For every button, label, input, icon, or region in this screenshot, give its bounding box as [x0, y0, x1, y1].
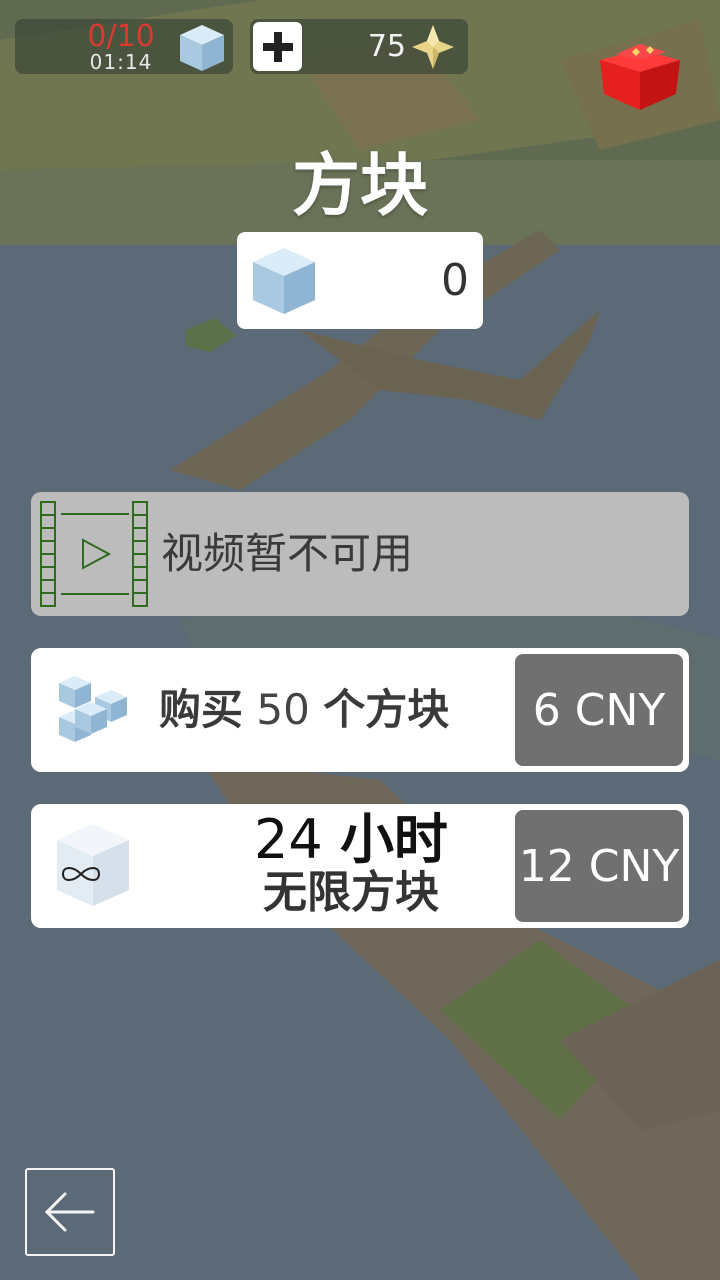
- watch-video-offer[interactable]: 视频暂不可用: [31, 492, 689, 616]
- buy-amount: 50: [256, 685, 310, 734]
- buy-label-suffix: 个方块: [323, 685, 450, 734]
- cube-icon: [180, 25, 224, 71]
- unlimited-blocks-offer: 24 小时 无限方块 12 CNY: [31, 804, 689, 928]
- timer-text: 01:14: [89, 50, 153, 74]
- buy-blocks-price-button[interactable]: 6 CNY: [515, 654, 683, 766]
- unlimited-hours-label: 24 小时: [161, 808, 541, 872]
- add-currency-button[interactable]: [253, 22, 302, 71]
- infinity-cube-icon: [57, 824, 129, 906]
- blocks-progress-panel: 0/10 01:14: [15, 19, 233, 74]
- unlimited-blocks-label: 无限方块: [263, 867, 439, 918]
- gem-count: 75: [367, 29, 406, 64]
- page-title: 方块: [291, 147, 428, 226]
- back-arrow-icon: [44, 1192, 95, 1232]
- video-unavailable-label: 视频暂不可用: [161, 529, 414, 578]
- buy-blocks-offer: 购买 50 个方块 6 CNY: [31, 648, 689, 772]
- unlimited-blocks-price-button[interactable]: 12 CNY: [515, 810, 683, 922]
- gem-icon: [412, 25, 454, 69]
- cubes-icon: [59, 676, 127, 742]
- gift-icon[interactable]: [596, 36, 684, 116]
- buy-blocks-label: 购买 50 个方块: [159, 682, 449, 738]
- buy-label-prefix: 购买: [159, 685, 244, 734]
- block-balance-value: 0: [441, 255, 469, 306]
- back-button[interactable]: [25, 1168, 115, 1256]
- unlimited-hours-unit: 小时: [339, 808, 448, 871]
- currency-panel: 75: [250, 19, 468, 74]
- cube-icon: [253, 248, 315, 314]
- unlimited-hours: 24: [254, 808, 323, 871]
- block-balance-card: 0: [237, 232, 483, 329]
- plus-icon: [262, 31, 293, 62]
- film-play-icon: [40, 501, 148, 607]
